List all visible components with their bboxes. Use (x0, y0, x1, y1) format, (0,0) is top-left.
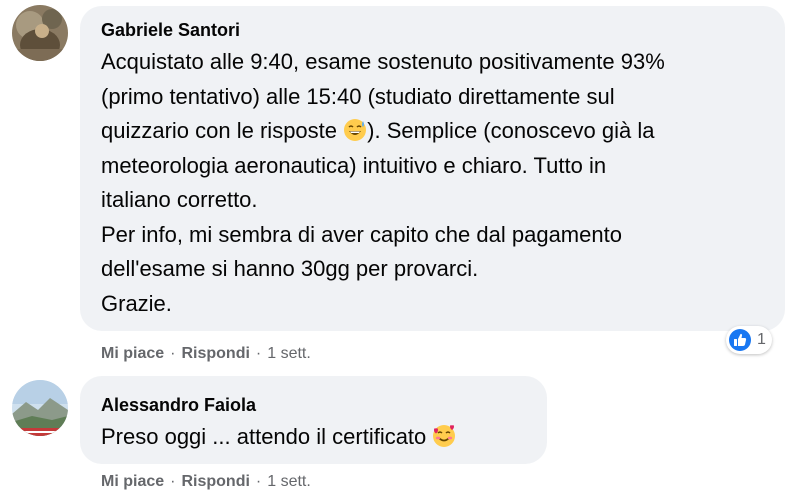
comment-line: Preso oggi ... attendo il certificato (101, 420, 456, 455)
reply-button[interactable]: Rispondi (181, 345, 249, 362)
comment-line: Per info, mi sembra di aver capito che d… (101, 221, 622, 247)
comment-line: meteorologia aeronautica) intuitivo e ch… (101, 152, 607, 178)
comment-text: Acquistato alle 9:40, esame sostenuto po… (101, 45, 665, 321)
avatar[interactable] (12, 5, 68, 61)
avatar-photo-icon (12, 5, 68, 61)
comment-line: italiano corretto. (101, 187, 258, 212)
reaction-count: 1 (757, 331, 766, 348)
comment-text: Preso oggi ... attendo il certificato (101, 420, 456, 455)
comment-actions: Mi piace · Rispondi · 1 sett. (101, 473, 311, 491)
timestamp[interactable]: 1 sett. (267, 473, 311, 490)
avatar[interactable] (12, 380, 68, 436)
separator: · (170, 345, 176, 362)
comment-author[interactable]: Gabriele Santori (101, 20, 240, 41)
like-button[interactable]: Mi piace (101, 345, 164, 362)
grinning-sweat-emoji (344, 119, 367, 141)
comment-line: Acquistato alle 9:40, esame sostenuto po… (101, 49, 665, 74)
reply-button[interactable]: Rispondi (181, 473, 249, 490)
comment-line-part: Preso oggi ... attendo il certificato (101, 424, 427, 449)
separator: · (255, 345, 262, 362)
comment-line-part: quizzario con le risposte (101, 118, 338, 143)
comment-line: (primo tentativo) alle 15:40 (studiato d… (101, 83, 615, 109)
avatar-photo-icon (12, 380, 68, 436)
smiling-face-with-hearts-emoji (433, 425, 456, 447)
comment-line: quizzario con le risposte ). Semplice (c… (101, 114, 665, 149)
reaction-summary[interactable]: 1 (726, 326, 772, 354)
comment-line: Grazie. (101, 290, 172, 316)
timestamp[interactable]: 1 sett. (267, 345, 311, 362)
comment-author[interactable]: Alessandro Faiola (101, 395, 256, 416)
comment-line-part: ). Semplice (conoscevo già la (367, 118, 655, 143)
like-button[interactable]: Mi piace (101, 473, 164, 490)
separator: · (170, 473, 176, 490)
comment-line: dell'esame si hanno 30gg per provarci. (101, 256, 479, 281)
like-icon (729, 329, 751, 351)
separator: · (255, 473, 262, 490)
comment-actions: Mi piace · Rispondi · 1 sett. (101, 345, 311, 363)
